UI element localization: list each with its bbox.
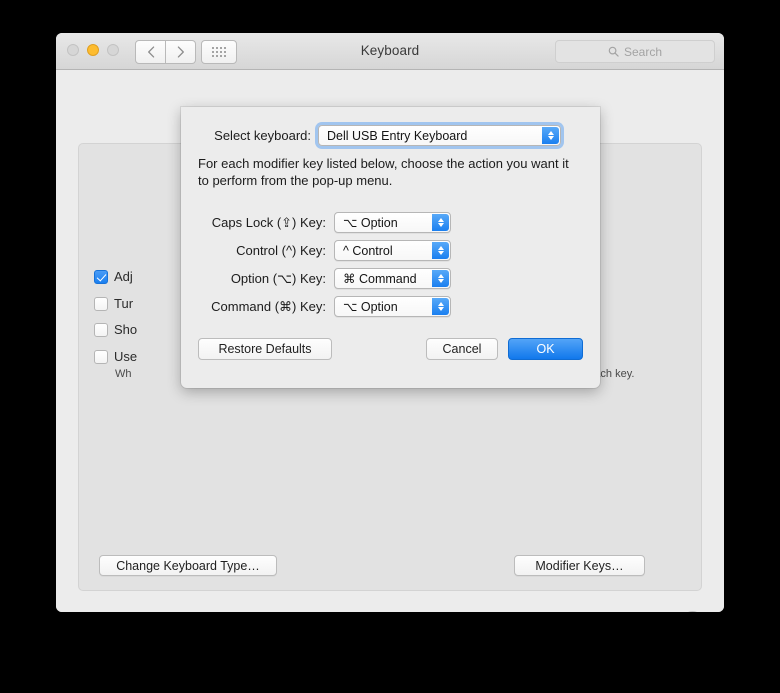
chevron-updown-icon — [432, 298, 449, 315]
change-keyboard-type-button[interactable]: Change Keyboard Type… — [99, 555, 277, 576]
checkbox-icon[interactable] — [94, 349, 108, 364]
chevron-updown-icon — [432, 214, 449, 231]
window-body: Adj Tur Sho Use Wh n each key. Change Ke… — [56, 70, 724, 612]
search-input[interactable]: Search — [555, 40, 715, 63]
sheet-description: For each modifier key listed below, choo… — [198, 156, 569, 188]
restore-defaults-button[interactable]: Restore Defaults — [198, 338, 332, 360]
chevron-updown-icon — [542, 127, 559, 144]
caps-lock-dropdown[interactable]: ⌥ Option — [334, 212, 451, 233]
screen: Keyboard Search Adj Tur Sho Use Wh n eac… — [0, 0, 780, 693]
checkbox-checked-icon[interactable] — [94, 269, 108, 284]
cancel-button[interactable]: Cancel — [426, 338, 498, 360]
system-preferences-window: Keyboard Search Adj Tur Sho Use Wh n eac… — [56, 33, 724, 612]
caps-lock-value: ⌥ Option — [343, 216, 398, 230]
search-placeholder: Search — [623, 44, 663, 59]
ok-button[interactable]: OK — [508, 338, 583, 360]
control-label: Control (^) Key: — [236, 243, 326, 258]
list-item[interactable]: Adj — [94, 269, 133, 284]
select-keyboard-value: Dell USB Entry Keyboard — [327, 128, 468, 143]
select-keyboard-label: Select keyboard: — [214, 128, 311, 143]
command-dropdown[interactable]: ⌥ Option — [334, 296, 451, 317]
modifier-keys-button[interactable]: Modifier Keys… — [514, 555, 645, 576]
option-value: ⌘ Command — [343, 272, 417, 286]
help-button[interactable]: ? — [682, 611, 703, 612]
option-dropdown[interactable]: ⌘ Command — [334, 268, 451, 289]
checkbox-icon[interactable] — [94, 296, 108, 311]
list-item-label: Adj — [114, 269, 133, 284]
control-value: ^ Control — [343, 243, 393, 258]
option-label: Option (⌥) Key: — [230, 270, 326, 286]
list-item-label: Sho — [114, 322, 138, 337]
caps-lock-label: Caps Lock (⇪) Key: — [211, 214, 326, 230]
list-item-label: Use — [114, 349, 138, 364]
list-item[interactable]: Tur — [94, 296, 133, 311]
list-item[interactable]: Use — [94, 349, 137, 364]
caps-lock-row: Caps Lock (⇪) Key: ⌥ Option — [198, 212, 451, 233]
modifier-keys-sheet: Select keyboard: Dell USB Entry Keyboard… — [181, 107, 600, 388]
command-row: Command (⌘) Key: ⌥ Option — [198, 296, 451, 317]
checkbox-icon[interactable] — [94, 322, 108, 337]
search-icon — [608, 46, 619, 57]
chevron-updown-icon — [432, 242, 449, 259]
select-keyboard-dropdown[interactable]: Dell USB Entry Keyboard — [318, 125, 561, 146]
select-keyboard-row: Select keyboard: Dell USB Entry Keyboard — [198, 125, 561, 146]
option-row: Option (⌥) Key: ⌘ Command — [198, 268, 451, 289]
control-row: Control (^) Key: ^ Control — [198, 240, 451, 261]
checkbox-help-text: Wh — [115, 368, 132, 380]
list-item-label: Tur — [114, 296, 134, 311]
control-dropdown[interactable]: ^ Control — [334, 240, 451, 261]
command-value: ⌥ Option — [343, 300, 398, 314]
chevron-updown-icon — [432, 270, 449, 287]
command-label: Command (⌘) Key: — [211, 298, 326, 314]
window-titlebar: Keyboard Search — [56, 33, 724, 70]
list-item[interactable]: Sho — [94, 322, 137, 337]
